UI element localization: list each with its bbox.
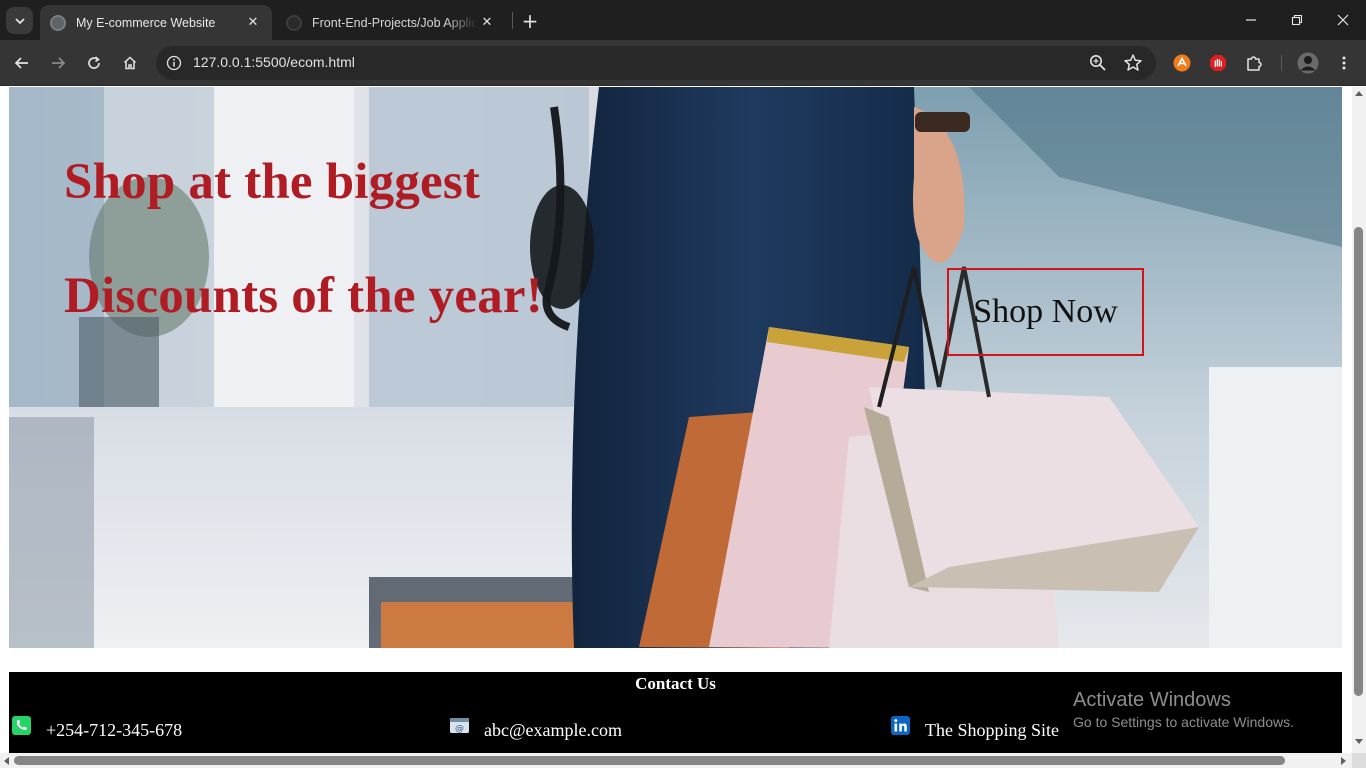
email-icon: @ [450, 717, 469, 734]
home-icon [123, 56, 137, 70]
scrollbar-corner [1352, 753, 1366, 768]
phone-icon [12, 715, 31, 735]
contact-linkedin-text: The Shopping Site [925, 719, 1059, 740]
zoom-icon[interactable] [1088, 53, 1108, 73]
home-button[interactable] [116, 49, 144, 77]
contact-phone[interactable]: +254-712-345-678 [12, 715, 183, 742]
chevron-down-icon [14, 17, 25, 24]
horizontal-scroll-thumb[interactable] [14, 756, 1286, 765]
page-viewport: Shop at the biggest Discounts of the yea… [0, 87, 1352, 753]
tab-title: My E-commerce Website [76, 15, 216, 30]
contact-heading: Contact Us [635, 674, 716, 693]
profile-avatar[interactable] [1297, 52, 1319, 74]
restore-icon [1291, 14, 1303, 26]
vertical-scrollbar[interactable] [1352, 87, 1366, 753]
scroll-right-arrow-icon[interactable] [1341, 757, 1346, 765]
contact-phone-text: +254-712-345-678 [46, 719, 183, 740]
url-text[interactable]: 127.0.0.1:5500/ecom.html [193, 54, 355, 70]
extension-avast-icon[interactable] [1172, 53, 1192, 73]
star-icon[interactable] [1122, 52, 1144, 74]
back-button[interactable] [8, 49, 36, 77]
extension-adblock-icon[interactable] [1208, 53, 1228, 73]
window-close-button[interactable] [1320, 0, 1366, 40]
scroll-down-arrow-icon[interactable] [1355, 739, 1363, 744]
horizontal-scrollbar[interactable] [0, 753, 1352, 768]
reload-icon [88, 56, 100, 69]
plus-icon[interactable]: + [518, 9, 542, 33]
vertical-scroll-thumb[interactable] [1354, 227, 1363, 696]
tab-github[interactable]: Front-End-Projects/Job Application ✕ [276, 5, 506, 40]
tab-ecommerce[interactable]: My E-commerce Website ✕ [40, 5, 272, 40]
address-bar[interactable]: 127.0.0.1:5500/ecom.html [156, 46, 1156, 80]
browser-toolbar: 127.0.0.1:5500/ecom.html [0, 40, 1366, 86]
shop-now-button[interactable]: Shop Now [947, 268, 1144, 356]
contact-linkedin[interactable]: The Shopping Site [891, 715, 1059, 742]
minimize-icon [1246, 19, 1256, 21]
forward-button[interactable] [44, 49, 72, 77]
tab-title: Front-End-Projects/Job Application [312, 15, 478, 30]
minimize-button[interactable] [1228, 0, 1274, 40]
toolbar-divider [1281, 55, 1282, 71]
arrow-right-icon [52, 57, 66, 69]
contact-footer: Contact Us +254-712-345-678 @ abc@exampl… [9, 672, 1342, 753]
scroll-left-arrow-icon[interactable] [4, 757, 9, 765]
kebab-menu-icon[interactable] [1334, 53, 1354, 73]
info-icon[interactable] [164, 53, 184, 73]
reload-button[interactable] [80, 49, 108, 77]
close-icon[interactable]: ✕ [478, 14, 496, 32]
linkedin-icon [891, 715, 910, 735]
puzzle-icon[interactable] [1244, 53, 1264, 73]
github-icon [286, 14, 302, 31]
close-icon [1337, 14, 1349, 26]
contact-email[interactable]: @ abc@example.com [450, 717, 623, 742]
hero-headline-line1: Shop at the biggest [64, 154, 481, 210]
globe-icon [50, 14, 66, 31]
hero-banner: Shop at the biggest Discounts of the yea… [9, 87, 1342, 648]
tab-divider [512, 12, 513, 29]
scroll-up-arrow-icon[interactable] [1355, 91, 1363, 96]
hero-headline-line2: Discounts of the year! [64, 268, 543, 324]
contact-email-text: abc@example.com [484, 719, 623, 740]
svg-text:@: @ [455, 724, 464, 734]
close-icon[interactable]: ✕ [244, 14, 262, 32]
restore-button[interactable] [1274, 0, 1320, 40]
tab-strip: My E-commerce Website ✕ Front-End-Projec… [0, 0, 1366, 40]
tab-search-button[interactable] [6, 7, 33, 34]
arrow-left-icon [14, 57, 28, 69]
